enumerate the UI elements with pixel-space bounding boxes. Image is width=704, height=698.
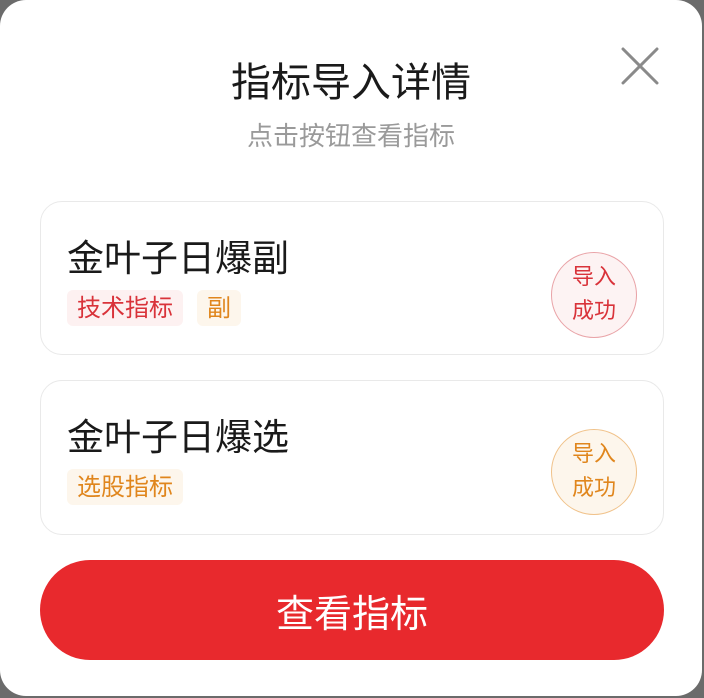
indicator-tags: 技术指标 副 — [67, 290, 241, 326]
indicator-card: 金叶子日爆副 技术指标 副 导入 成功 — [40, 201, 664, 355]
dialog-title: 指标导入详情 — [231, 60, 471, 106]
close-button[interactable] — [620, 46, 660, 86]
close-icon — [621, 47, 659, 85]
indicator-type-tag: 选股指标 — [67, 469, 183, 505]
view-indicators-button[interactable]: 查看指标 — [40, 560, 664, 660]
status-line-1: 导入 — [571, 265, 616, 290]
indicator-card: 金叶子日爆选 选股指标 导入 成功 — [40, 380, 664, 535]
import-status-badge: 导入 成功 — [551, 429, 637, 515]
dialog-subtitle: 点击按钮查看指标 — [246, 122, 455, 152]
indicator-tags: 选股指标 — [67, 469, 183, 505]
indicator-type-tag: 技术指标 — [67, 290, 183, 326]
import-status-badge: 导入 成功 — [551, 252, 637, 338]
import-details-dialog: 指标导入详情 点击按钮查看指标 金叶子日爆副 技术指标 副 导入 成功 金叶子日… — [0, 0, 702, 696]
indicator-subtype-tag: 副 — [197, 290, 241, 326]
status-line-1: 导入 — [571, 442, 616, 467]
status-line-2: 成功 — [571, 476, 616, 501]
indicator-name: 金叶子日爆副 — [67, 237, 289, 280]
indicator-name: 金叶子日爆选 — [67, 416, 289, 459]
status-line-2: 成功 — [571, 299, 616, 324]
